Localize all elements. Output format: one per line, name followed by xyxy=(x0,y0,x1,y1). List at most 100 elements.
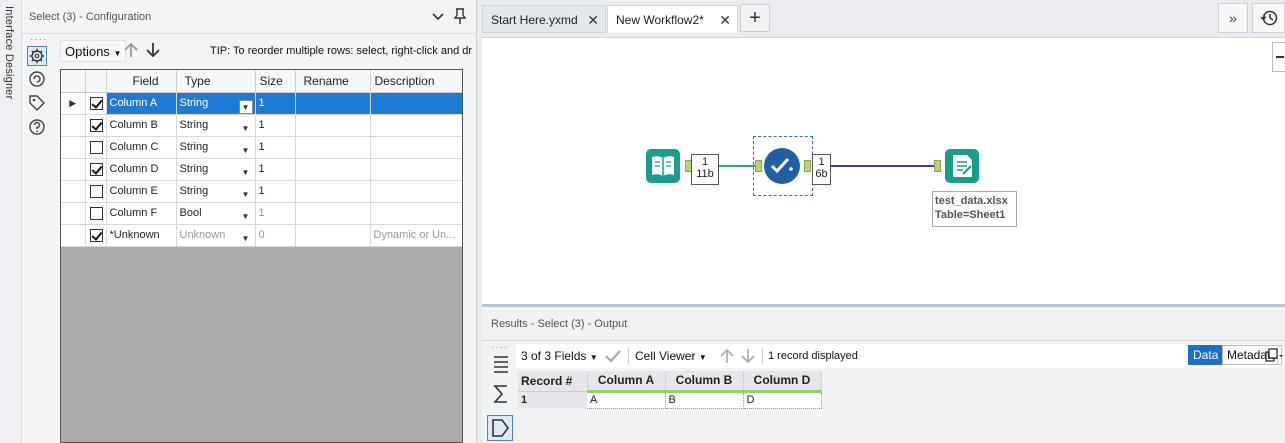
fields-grid[interactable]: Field Type Size Rename Description ▶ Colu… xyxy=(60,69,463,443)
caret-down-icon[interactable]: ▼ xyxy=(239,210,253,223)
field-rename[interactable] xyxy=(295,202,371,225)
field-checkbox[interactable] xyxy=(89,228,103,242)
field-checkbox[interactable] xyxy=(89,118,103,132)
output-data-tool[interactable] xyxy=(943,147,981,185)
field-row[interactable]: ▶ Column A String ▼ 1 xyxy=(61,92,462,115)
field-name[interactable]: *Unknown xyxy=(106,224,177,247)
field-checkbox[interactable] xyxy=(89,162,103,176)
results-cell[interactable]: A xyxy=(587,391,666,409)
close-icon[interactable]: ✕ xyxy=(719,6,731,34)
output-anchor-view-button[interactable] xyxy=(487,415,513,441)
summary-sigma-icon[interactable] xyxy=(491,383,511,405)
chevron-down-icon[interactable] xyxy=(430,8,446,24)
field-description[interactable] xyxy=(370,202,462,225)
field-type[interactable]: Bool ▼ xyxy=(176,202,256,225)
field-size[interactable]: 1 xyxy=(255,136,296,159)
field-rename[interactable] xyxy=(295,158,371,181)
select-tool[interactable] xyxy=(763,147,801,185)
field-type[interactable]: String ▼ xyxy=(176,158,256,181)
row-indicator[interactable] xyxy=(61,114,86,137)
field-checkbox[interactable] xyxy=(89,96,103,110)
field-row[interactable]: Column B String ▼ 1 xyxy=(61,114,462,137)
cell-viewer-dropdown[interactable]: Cell Viewer ▼ xyxy=(635,349,707,363)
field-checkbox[interactable] xyxy=(89,184,103,198)
results-column-header[interactable]: Column D xyxy=(743,371,822,393)
field-type[interactable]: String ▼ xyxy=(176,180,256,203)
field-checkbox-cell[interactable] xyxy=(85,224,107,247)
move-up-arrow-icon[interactable] xyxy=(122,41,140,59)
fields-selector[interactable]: 3 of 3 Fields ▼ xyxy=(521,349,598,363)
row-indicator[interactable] xyxy=(61,202,86,225)
field-description[interactable] xyxy=(370,158,462,181)
caret-down-icon[interactable]: ▼ xyxy=(239,232,253,245)
interface-designer-label[interactable]: Interface Designer xyxy=(3,6,15,99)
row-indicator[interactable] xyxy=(61,224,86,247)
field-row[interactable]: Column F Bool ▼ 1 xyxy=(61,202,462,225)
tab-new-workflow2[interactable]: New Workflow2* ✕ xyxy=(607,5,738,33)
output-input-anchor[interactable] xyxy=(934,160,941,172)
field-size[interactable]: 1 xyxy=(255,202,296,225)
column-header-description[interactable]: Description xyxy=(370,70,462,93)
field-size[interactable]: 1 xyxy=(255,158,296,181)
field-name[interactable]: Column B xyxy=(106,114,177,137)
refresh-icon[interactable] xyxy=(27,69,47,89)
results-cell[interactable]: B xyxy=(665,391,744,409)
table-view-icon[interactable] xyxy=(491,353,511,375)
row-indicator[interactable] xyxy=(61,158,86,181)
column-header-type[interactable]: Type xyxy=(176,70,256,93)
arrow-down-icon[interactable] xyxy=(740,348,756,364)
help-icon[interactable] xyxy=(27,117,47,137)
field-size[interactable]: 1 xyxy=(255,180,296,203)
table-row[interactable]: 1ABD xyxy=(518,391,822,409)
gear-icon[interactable] xyxy=(27,46,47,66)
field-description[interactable] xyxy=(370,114,462,137)
caret-down-icon[interactable]: ▼ xyxy=(239,122,253,135)
move-down-arrow-icon[interactable] xyxy=(144,41,162,59)
results-data-grid[interactable]: Record # Column A Column B Column D 1ABD xyxy=(518,371,822,409)
interface-designer-rail[interactable]: Interface Designer xyxy=(0,0,22,443)
arrow-up-icon[interactable] xyxy=(719,348,735,364)
caret-down-icon[interactable]: ▼ xyxy=(239,188,253,201)
field-rename[interactable] xyxy=(295,224,371,247)
field-checkbox[interactable] xyxy=(89,206,103,220)
row-indicator[interactable]: ▶ xyxy=(61,92,86,115)
field-name[interactable]: Column C xyxy=(106,136,177,159)
field-row[interactable]: Column E String ▼ 1 xyxy=(61,180,462,203)
copy-options-icon[interactable] xyxy=(1264,348,1284,364)
history-icon[interactable] xyxy=(1252,3,1285,33)
field-checkbox-cell[interactable] xyxy=(85,202,107,225)
field-row[interactable]: *Unknown Unknown ▼ 0 Dynamic or Un... xyxy=(61,224,462,247)
column-header-size[interactable]: Size xyxy=(255,70,296,93)
data-view-button[interactable]: Data xyxy=(1188,345,1224,365)
field-row[interactable]: Column D String ▼ 1 xyxy=(61,158,462,181)
field-description[interactable] xyxy=(370,180,462,203)
field-rename[interactable] xyxy=(295,92,371,115)
field-name[interactable]: Column E xyxy=(106,180,177,203)
chevron-double-right-icon[interactable]: » xyxy=(1218,3,1248,33)
field-checkbox-cell[interactable] xyxy=(85,114,107,137)
field-rename[interactable] xyxy=(295,136,371,159)
select-input-anchor[interactable] xyxy=(755,160,762,172)
field-checkbox[interactable] xyxy=(89,140,103,154)
checkmark-icon[interactable] xyxy=(604,348,622,364)
pin-icon[interactable] xyxy=(452,7,468,25)
column-header-rename[interactable]: Rename xyxy=(295,70,371,93)
caret-down-icon[interactable]: ▼ xyxy=(238,100,253,113)
field-name[interactable]: Column D xyxy=(106,158,177,181)
field-type[interactable]: String ▼ xyxy=(176,92,256,115)
add-tab-plus-icon[interactable]: + xyxy=(740,4,770,32)
field-row[interactable]: Column C String ▼ 1 xyxy=(61,136,462,159)
close-icon[interactable]: ✕ xyxy=(587,6,599,34)
results-column-header[interactable]: Column B xyxy=(665,371,744,393)
row-indicator[interactable] xyxy=(61,136,86,159)
field-type[interactable]: Unknown ▼ xyxy=(176,224,256,247)
field-checkbox-cell[interactable] xyxy=(85,92,107,115)
caret-down-icon[interactable]: ▼ xyxy=(239,166,253,179)
field-description[interactable] xyxy=(370,92,462,115)
field-description[interactable] xyxy=(370,136,462,159)
field-checkbox-cell[interactable] xyxy=(85,136,107,159)
results-cell[interactable]: D xyxy=(743,391,822,409)
field-description[interactable]: Dynamic or Un... xyxy=(370,224,462,247)
caret-down-icon[interactable]: ▼ xyxy=(239,144,253,157)
field-rename[interactable] xyxy=(295,180,371,203)
